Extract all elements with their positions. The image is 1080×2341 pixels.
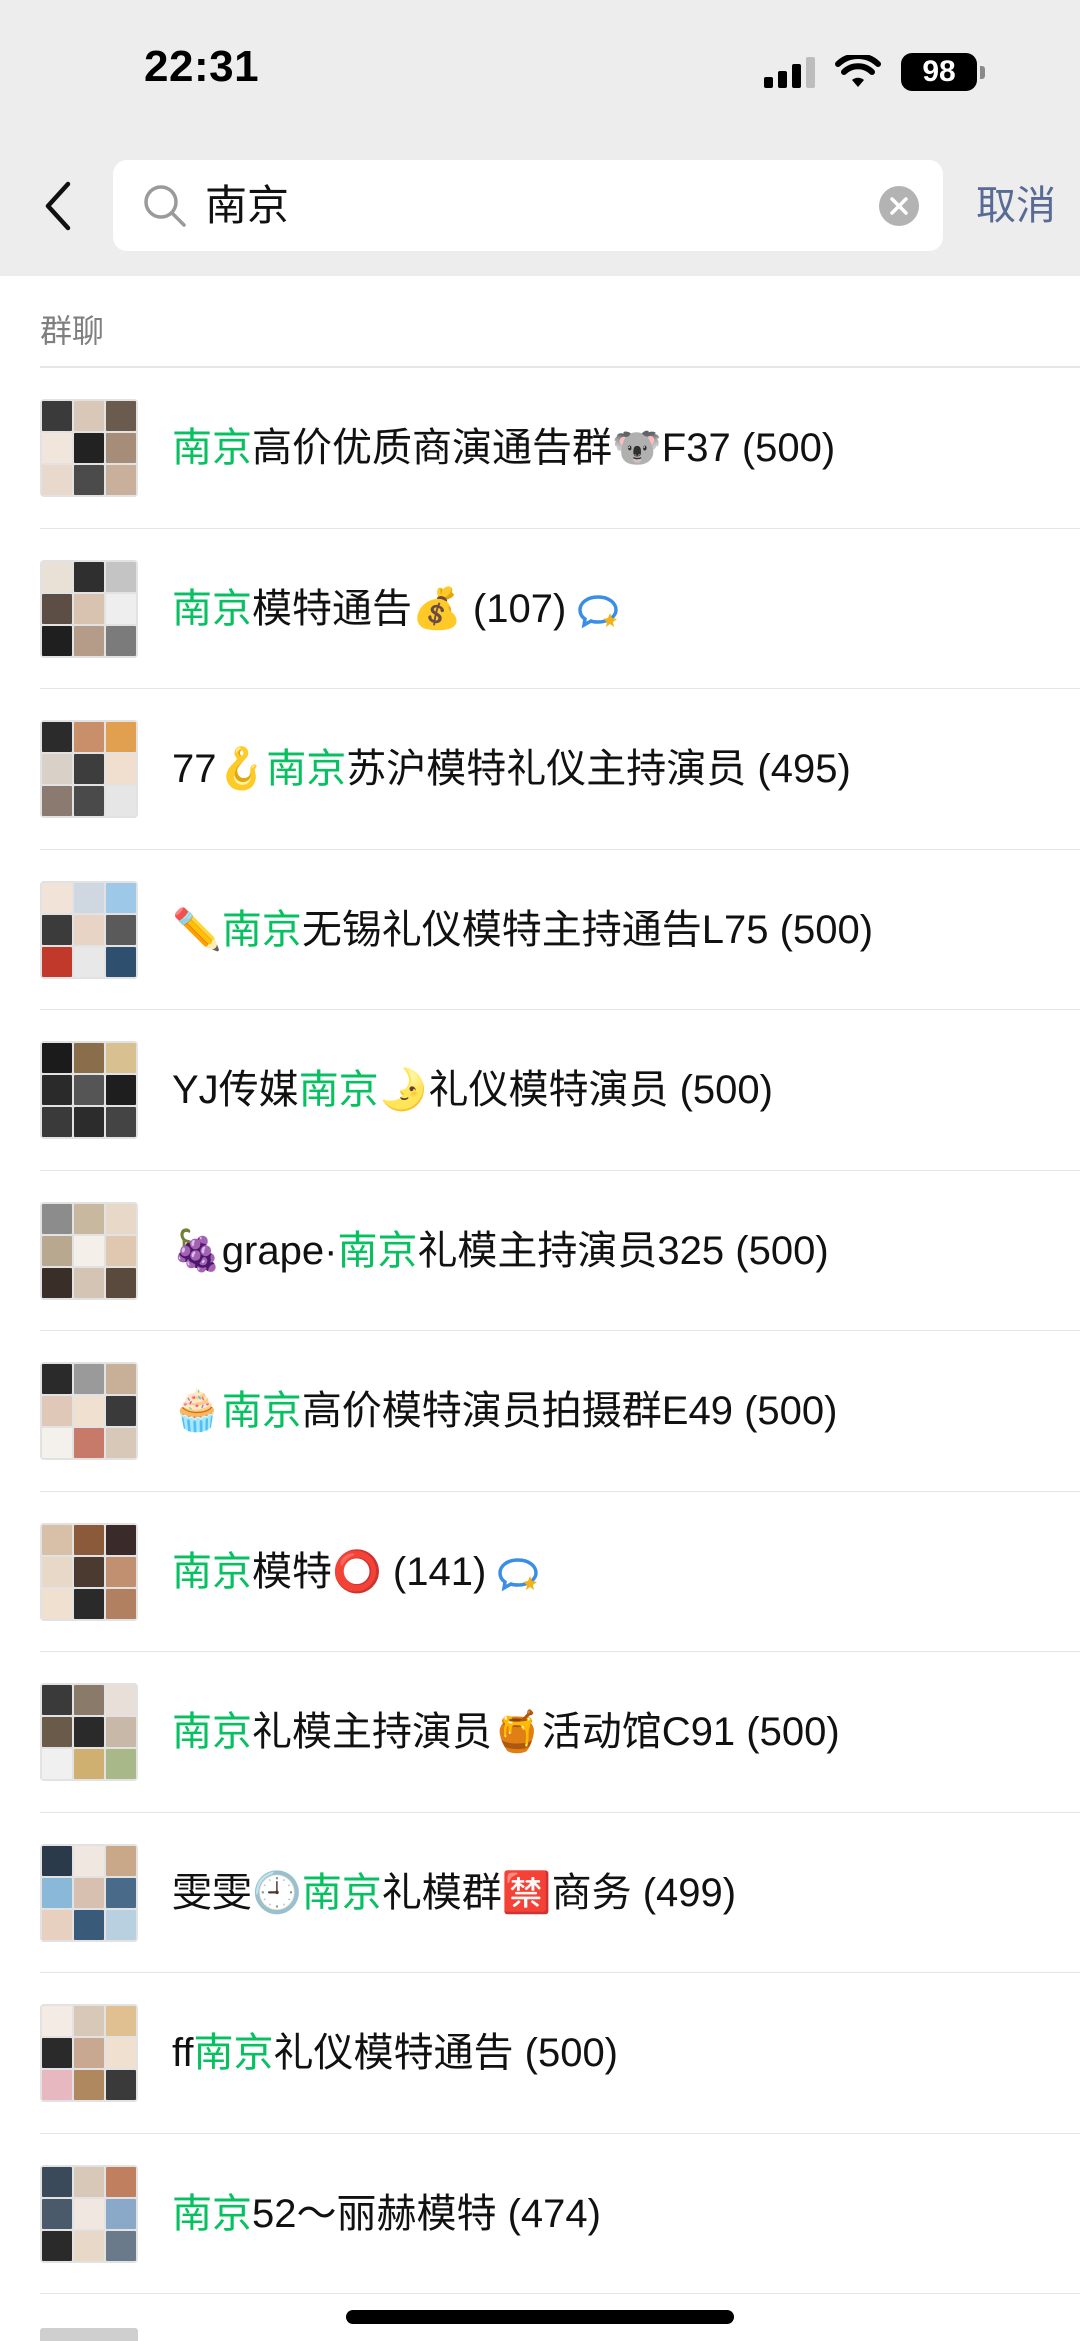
title-text: 礼模主持演员🍯活动馆C91 (500) (252, 1710, 840, 1754)
title-text: ✏️ (172, 907, 222, 952)
title-text: 高价优质商演通告群🐨F37 (500) (252, 426, 836, 470)
group-title: 雯雯🕘南京礼模群🈲商务 (499) (172, 1863, 736, 1923)
status-time: 22:31 (144, 42, 260, 91)
group-title: 🧁南京高价模特演员拍摄群E49 (500) (172, 1381, 837, 1441)
list-item[interactable]: 南京52～丽赫模特 (474) (0, 2134, 1080, 2295)
list-item[interactable]: 🍇grape·南京礼模主持演员325 (500) (0, 1171, 1080, 1332)
title-highlight: 南京 (193, 2031, 274, 2075)
chat-bubble-icon (498, 1558, 539, 1592)
group-avatar (40, 1522, 138, 1621)
chat-bubble-icon (578, 595, 619, 629)
title-text: 礼模主持演员325 (500) (417, 1228, 829, 1273)
clear-search-button[interactable] (879, 186, 919, 226)
top-bar: 22:31 98 南京 取消 (0, 0, 1080, 276)
group-avatar (40, 720, 138, 818)
list-item[interactable]: 77🪝南京苏沪模特礼仪主持演员 (495) (0, 689, 1080, 850)
group-avatar (40, 880, 138, 979)
group-title: 77🪝南京苏沪模特礼仪主持演员 (495) (172, 739, 851, 799)
group-title: 南京礼模主持演员🍯活动馆C91 (500) (172, 1702, 840, 1762)
cellular-signal-icon (764, 56, 815, 88)
group-title: YJ传媒南京🌛礼仪模特演员 (500) (172, 1060, 773, 1120)
title-highlight: 南京 (172, 586, 252, 631)
title-highlight: 南京 (298, 1068, 379, 1112)
title-text: 模特通告💰 (107) (252, 586, 567, 631)
search-query[interactable]: 南京 (205, 182, 289, 230)
title-highlight: 南京 (266, 747, 347, 791)
title-highlight: 南京 (172, 1710, 252, 1754)
title-highlight: 南京 (172, 1549, 252, 1594)
group-avatar (40, 1843, 138, 1942)
title-highlight: 南京 (337, 1228, 418, 1273)
back-arrow-icon[interactable] (38, 178, 78, 234)
list-item[interactable]: 雯雯🕘南京礼模群🈲商务 (499) (0, 1813, 1080, 1974)
battery-icon: 98 (901, 53, 985, 91)
search-input[interactable]: 南京 (113, 160, 943, 251)
title-text: ff (172, 2031, 194, 2075)
title-highlight: 南京 (172, 2191, 252, 2236)
title-highlight: 南京 (172, 426, 252, 470)
title-text: 77🪝 (172, 747, 267, 791)
title-text: 52～丽赫模特 (474) (252, 2191, 601, 2236)
group-avatar (40, 559, 138, 658)
title-text: 🧁 (172, 1389, 222, 1433)
group-avatar (40, 399, 138, 497)
title-highlight: 南京 (221, 907, 302, 952)
avatar (40, 2328, 138, 2341)
title-text: 苏沪模特礼仪主持演员 (495) (346, 747, 851, 791)
battery-level: 98 (901, 53, 977, 91)
group-title: 南京模特⭕ (141) (172, 1542, 540, 1602)
list-item[interactable]: 南京模特通告💰 (107) (0, 529, 1080, 690)
title-text: 🌛礼仪模特演员 (500) (378, 1068, 773, 1112)
group-avatar (40, 2164, 138, 2263)
list-item[interactable]: 南京高价优质商演通告群🐨F37 (500) (0, 368, 1080, 529)
group-avatar (40, 1201, 138, 1300)
group-avatar (40, 1683, 138, 1781)
list-item[interactable]: ff南京礼仪模特通告 (500) (0, 1973, 1080, 2134)
list-item[interactable]: YJ传媒南京🌛礼仪模特演员 (500) (0, 1010, 1080, 1171)
group-title: 🍇grape·南京礼模主持演员325 (500) (172, 1221, 829, 1281)
home-indicator[interactable] (346, 2310, 734, 2324)
group-title: ✏️南京无锡礼仪模特主持通告L75 (500) (172, 900, 873, 960)
title-text: 礼模群🈲商务 (499) (381, 1870, 737, 1915)
list-item[interactable]: ✏️南京无锡礼仪模特主持通告L75 (500) (0, 850, 1080, 1011)
title-text: 雯雯🕘 (172, 1870, 302, 1915)
list-item[interactable]: 南京礼模主持演员🍯活动馆C91 (500) (0, 1652, 1080, 1813)
group-title: ff南京礼仪模特通告 (500) (172, 2023, 618, 2083)
status-icons: 98 (764, 52, 985, 92)
section-title: 群聊 (40, 313, 105, 349)
title-text: 无锡礼仪模特主持通告L75 (500) (301, 907, 874, 952)
title-text: YJ传媒 (172, 1068, 299, 1112)
title-highlight: 南京 (301, 1870, 382, 1915)
group-title: 南京高价优质商演通告群🐨F37 (500) (172, 418, 835, 478)
group-title: 南京模特通告💰 (107) (172, 579, 620, 639)
title-highlight: 南京 (221, 1389, 302, 1433)
title-text: 高价模特演员拍摄群E49 (500) (301, 1389, 838, 1433)
wifi-icon (835, 55, 881, 87)
list-item[interactable]: 南京模特⭕ (141) (0, 1492, 1080, 1653)
group-avatar (40, 1041, 138, 1139)
title-text: 礼仪模特通告 (500) (273, 2031, 619, 2075)
results-list: 南京高价优质商演通告群🐨F37 (500) 南京模特通告💰 (107) 77🪝南京苏… (0, 368, 1080, 2294)
group-avatar (40, 2004, 138, 2102)
search-icon (144, 185, 186, 227)
cancel-button[interactable]: 取消 (976, 182, 1056, 230)
title-text: 模特⭕ (141) (252, 1549, 487, 1594)
group-title: 南京52～丽赫模特 (474) (172, 2184, 601, 2244)
title-text: 🍇grape· (172, 1228, 338, 1273)
group-avatar (40, 1362, 138, 1460)
list-item[interactable]: 🧁南京高价模特演员拍摄群E49 (500) (0, 1331, 1080, 1492)
close-icon (890, 197, 908, 215)
